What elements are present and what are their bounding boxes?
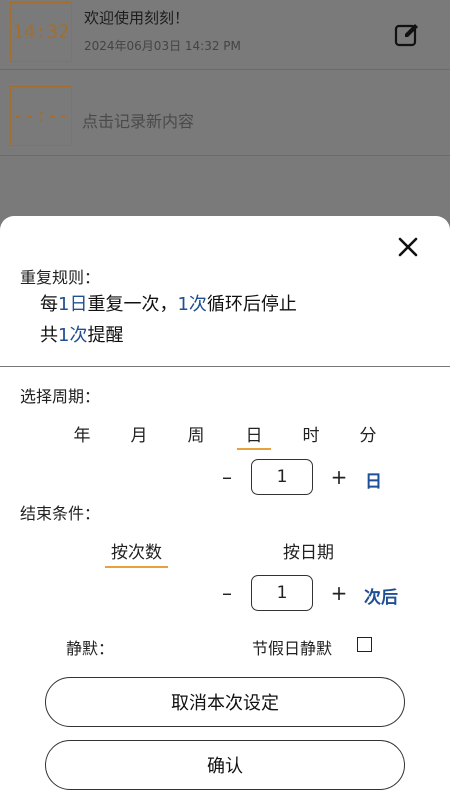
silent-label: 静默：: [66, 639, 115, 658]
reminder-list: 14:32 欢迎使用刻刻！ 2024年06月03日 14:32 PM --:--…: [0, 0, 450, 220]
period-month[interactable]: 月: [119, 421, 159, 446]
summary-text: 重复一次，: [87, 294, 178, 315]
count-increment-button[interactable]: +: [324, 578, 354, 608]
count-value-field[interactable]: 1: [251, 575, 313, 611]
period-increment-button[interactable]: +: [324, 462, 354, 492]
cancel-setting-button[interactable]: 取消本次设定: [45, 677, 405, 727]
time-box: 14:32: [10, 2, 72, 62]
count-decrement-button[interactable]: –: [212, 578, 242, 608]
confirm-button[interactable]: 确认: [45, 740, 405, 790]
end-condition-label: 结束条件：: [20, 504, 101, 523]
list-item[interactable]: --:-- 点击记录新内容: [0, 78, 450, 156]
period-label: 选择周期：: [20, 387, 101, 406]
list-item[interactable]: 14:32 欢迎使用刻刻！ 2024年06月03日 14:32 PM: [0, 0, 450, 70]
holiday-silent-checkbox[interactable]: [357, 637, 372, 652]
period-value-field[interactable]: 1: [251, 459, 313, 495]
holiday-silent-label: 节假日静默: [252, 639, 333, 658]
item-title: 欢迎使用刻刻！: [84, 9, 190, 27]
edit-icon[interactable]: [393, 21, 421, 49]
new-entry-hint: 点击记录新内容: [82, 112, 195, 131]
repeat-rule-label: 重复规则：: [20, 268, 101, 287]
item-timestamp: 2024年06月03日 14:32 PM: [84, 39, 241, 53]
count-unit: 次后: [364, 588, 398, 608]
end-by-date-option[interactable]: 按日期: [283, 538, 334, 563]
summary-highlight: 1次: [177, 294, 207, 315]
repeat-summary-line2: 共1次提醒: [40, 321, 123, 347]
period-day[interactable]: 日: [234, 421, 274, 450]
period-unit: 日: [365, 472, 382, 492]
summary-text: 提醒: [87, 325, 124, 346]
period-minute[interactable]: 分: [348, 421, 388, 446]
end-by-count-option[interactable]: 按次数: [105, 538, 168, 568]
close-icon[interactable]: [394, 233, 422, 261]
summary-text: 每: [40, 294, 58, 315]
summary-highlight: 1日: [58, 294, 88, 315]
repeat-settings-sheet: 重复规则： 每1日重复一次，1次循环后停止 共1次提醒 选择周期： 年 月 周 …: [0, 216, 450, 800]
period-year[interactable]: 年: [62, 421, 102, 446]
period-decrement-button[interactable]: –: [212, 462, 242, 492]
summary-text: 共: [40, 325, 58, 346]
summary-text: 循环后停止: [206, 294, 297, 315]
period-week[interactable]: 周: [176, 421, 216, 446]
repeat-summary-line1: 每1日重复一次，1次循环后停止: [40, 290, 297, 316]
divider: [0, 366, 450, 367]
period-hour[interactable]: 时: [291, 421, 331, 446]
summary-highlight: 1次: [58, 325, 88, 346]
time-box: --:--: [10, 86, 72, 146]
